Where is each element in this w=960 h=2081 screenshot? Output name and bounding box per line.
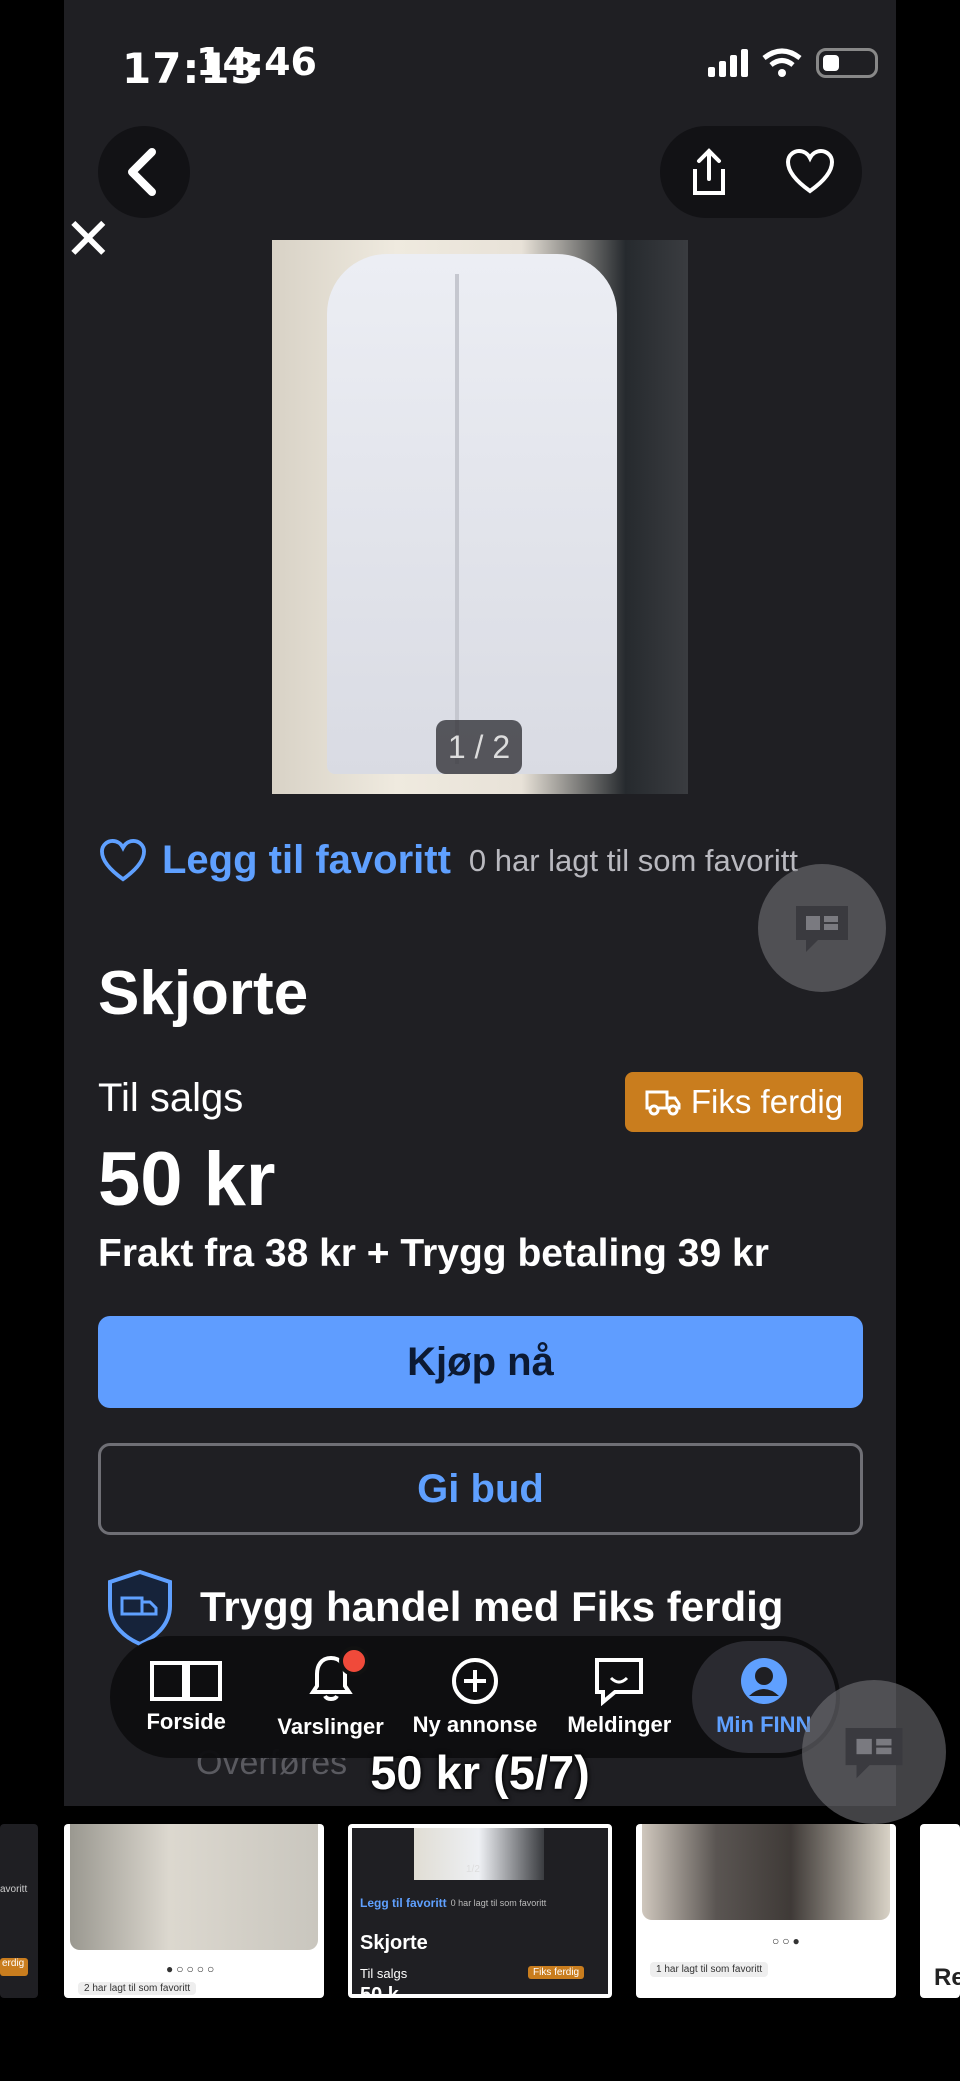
thumbnail-1[interactable]: avoritt erdig xyxy=(0,1824,38,1998)
shipping-info: Frakt fra 38 kr + Trygg betaling 39 kr xyxy=(98,1232,769,1275)
nav-label: Varslinger xyxy=(277,1714,384,1739)
profile-icon xyxy=(740,1658,787,1704)
close-icon[interactable]: ✕ xyxy=(64,205,113,273)
listing-price: 50 kr xyxy=(98,1137,276,1222)
add-favorite-label[interactable]: Legg til favoritt xyxy=(162,838,451,883)
safe-trade-row[interactable]: Trygg handel med Fiks ferdig xyxy=(104,1568,783,1646)
thumb-price: 50 k xyxy=(360,1984,399,1998)
thumbnail-4[interactable]: ○○● 1 har lagt til som favoritt xyxy=(636,1824,896,1998)
sale-status: Til salgs xyxy=(98,1076,244,1120)
thumb-photo xyxy=(642,1824,890,1920)
nav-label: Min FINN xyxy=(716,1712,812,1737)
thumbnail-3-current[interactable]: 1/2 Legg til favoritt 0 har lagt til som… xyxy=(348,1824,612,1998)
badge-label: Fiks ferdig xyxy=(690,1083,844,1120)
nav-label: Ny annonse xyxy=(412,1712,538,1737)
shield-truck-icon xyxy=(108,1569,172,1646)
wifi-icon xyxy=(762,48,802,77)
bell-wrapper xyxy=(308,1646,369,1708)
nav-item-varslinger[interactable]: Varslinger xyxy=(259,1641,403,1753)
thumb-badge: erdig xyxy=(0,1958,28,1976)
action-pill xyxy=(660,126,862,218)
shirt-image xyxy=(327,254,617,774)
buy-now-button[interactable]: Kjøp nå xyxy=(98,1316,863,1408)
book-icon xyxy=(150,1661,223,1701)
listing-photo[interactable] xyxy=(272,240,688,794)
chevron-left-icon xyxy=(128,148,156,196)
thumb-title: Skjorte xyxy=(360,1932,428,1954)
share-icon[interactable] xyxy=(687,147,731,197)
listing-screen: 17:13 14:46 ✕ 1 / 2 Legg til favoritt 0 … xyxy=(64,0,896,1806)
thumb-favorite-count: 1 har lagt til som favoritt xyxy=(650,1962,769,1977)
listing-title: Skjorte xyxy=(98,959,309,1028)
delivery-truck-icon xyxy=(645,1090,681,1116)
chat-bubble-icon xyxy=(796,906,848,952)
thumb-dots: ●○○○○ xyxy=(166,1962,218,1976)
thumb-dots: ○○● xyxy=(772,1934,803,1948)
nav-item-ny-annonse[interactable]: Ny annonse xyxy=(403,1641,547,1753)
nav-item-meldinger[interactable]: Meldinger xyxy=(547,1641,691,1753)
caption: 50 kr (5/7) xyxy=(370,1746,590,1799)
thumb-badge: Fiks ferdig xyxy=(528,1966,585,1979)
chat-icon xyxy=(595,1658,644,1706)
image-counter: 1 / 2 xyxy=(436,720,522,774)
heart-outline-icon xyxy=(100,838,146,882)
bottom-nav: Forside Varslinger Ny annonse Meldinger … xyxy=(110,1636,840,1758)
thumb-favorite-label: Legg til favoritt xyxy=(360,1896,447,1910)
thumb-favorite-count: 2 har lagt til som favoritt xyxy=(78,1982,197,1995)
signal-icon xyxy=(708,49,748,77)
status-time-overlay: 14:46 xyxy=(196,40,317,84)
thumb-favorite-count: 0 har lagt til som favoritt xyxy=(450,1898,547,1908)
thumb-text: avoritt xyxy=(0,1884,28,1895)
thumb-favorite-row: Legg til favoritt 0 har lagt til som fav… xyxy=(360,1896,546,1910)
thumb-sale-status: Til salgs xyxy=(360,1966,408,1981)
safe-trade-label: Trygg handel med Fiks ferdig xyxy=(200,1583,784,1630)
thumbnail-2[interactable]: ●○○○○ 2 har lagt til som favoritt xyxy=(64,1824,324,1998)
thumb-text: Re xyxy=(934,1964,960,1991)
heart-outline-icon[interactable] xyxy=(785,149,835,195)
thumb-photo xyxy=(70,1824,318,1950)
thumb-image-counter: 1/2 xyxy=(466,1864,480,1875)
give-bid-button[interactable]: Gi bud xyxy=(98,1443,863,1535)
status-icons xyxy=(708,48,878,78)
thumbnail-5[interactable]: Re xyxy=(920,1824,960,1998)
battery-icon xyxy=(816,48,878,78)
nav-label: Meldinger xyxy=(567,1712,672,1737)
chat-fab[interactable] xyxy=(758,864,886,992)
notification-badge xyxy=(338,1646,369,1676)
nav-label: Forside xyxy=(146,1709,226,1734)
favorite-count: 0 har lagt til som favoritt xyxy=(468,842,798,878)
add-favorite-row[interactable]: Legg til favoritt 0 har lagt til som fav… xyxy=(98,838,798,883)
fiks-ferdig-badge: Fiks ferdig xyxy=(625,1072,863,1132)
nav-item-forside[interactable]: Forside xyxy=(114,1641,258,1753)
plus-circle-icon xyxy=(451,1658,498,1704)
